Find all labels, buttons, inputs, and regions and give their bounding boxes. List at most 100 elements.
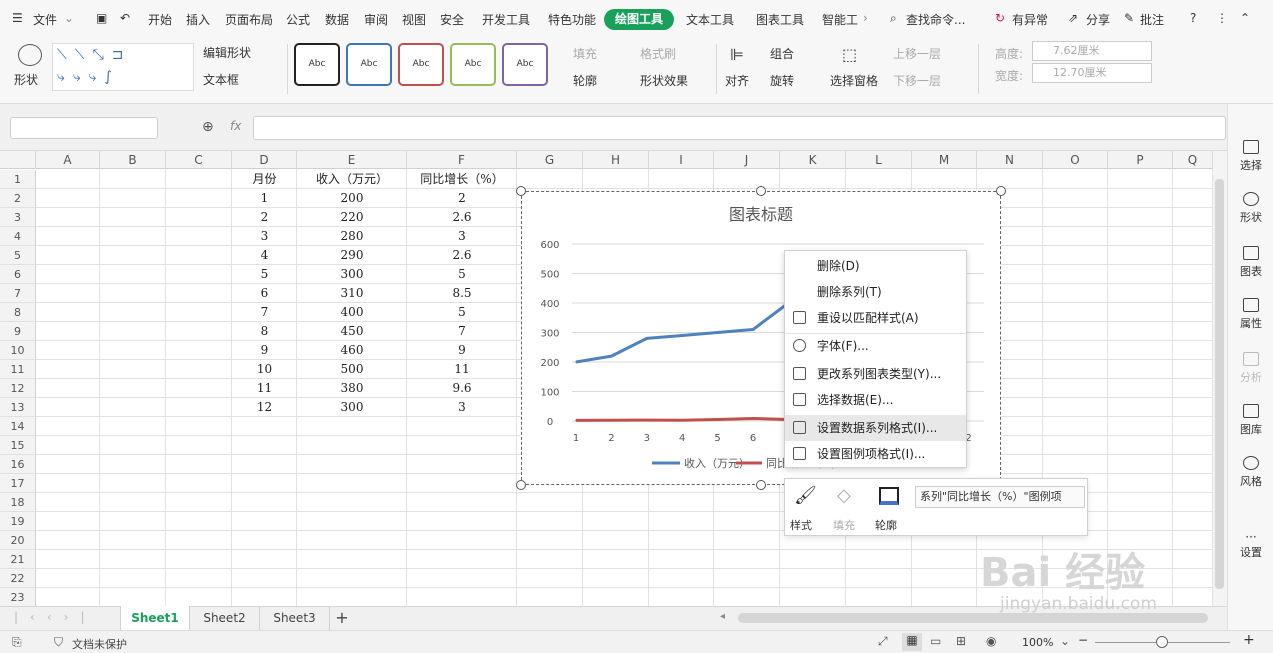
- table-cell[interactable]: 380: [297, 379, 407, 398]
- textbox-button[interactable]: 文本框: [203, 71, 239, 88]
- panel-style[interactable]: 风格: [1228, 456, 1273, 489]
- more-icon[interactable]: ⋮: [1216, 11, 1228, 25]
- shape-style-2[interactable]: Abc: [346, 43, 392, 86]
- select-all-corner[interactable]: [0, 151, 36, 169]
- panel-settings[interactable]: ··· 设置: [1228, 530, 1273, 560]
- page-layout-icon[interactable]: ▭: [930, 634, 941, 648]
- table-cell[interactable]: 11: [232, 379, 297, 398]
- tab-insert[interactable]: 插入: [186, 11, 210, 28]
- column-header[interactable]: I: [649, 151, 714, 169]
- table-cell[interactable]: 7: [232, 303, 297, 322]
- row-header[interactable]: 2: [0, 189, 36, 208]
- unsaved-status[interactable]: 有异常: [1012, 11, 1048, 28]
- menu-item-format-series[interactable]: 设置数据系列格式(I)...: [785, 415, 966, 441]
- column-header[interactable]: L: [846, 151, 912, 169]
- column-header[interactable]: F: [407, 151, 517, 169]
- comment-icon[interactable]: ✎: [1124, 11, 1134, 25]
- comment-button[interactable]: 批注: [1140, 11, 1164, 28]
- table-cell[interactable]: 400: [297, 303, 407, 322]
- tab-review[interactable]: 审阅: [364, 11, 388, 28]
- table-header-cell[interactable]: 月份: [232, 170, 297, 189]
- mini-style-button[interactable]: 样式: [790, 517, 812, 533]
- table-cell[interactable]: 3: [407, 227, 517, 246]
- line-gallery[interactable]: ⟍⟍⤡⊐ ⤷⤷⤷∫: [52, 43, 194, 91]
- column-header[interactable]: J: [714, 151, 780, 169]
- table-cell[interactable]: 12: [232, 398, 297, 417]
- chevron-down-icon[interactable]: ⌄: [64, 11, 74, 25]
- table-cell[interactable]: 1: [232, 189, 297, 208]
- resize-handle[interactable]: [516, 186, 526, 196]
- search-icon[interactable]: ⌕: [890, 11, 897, 26]
- table-cell[interactable]: 290: [297, 246, 407, 265]
- sheet-nav-icons[interactable]: |‹‹›|: [14, 610, 96, 624]
- share-icon[interactable]: ⇗: [1068, 11, 1078, 25]
- help-icon[interactable]: ?: [1190, 11, 1196, 25]
- element-selector[interactable]: 系列"同比增长（%）"图例项: [915, 486, 1085, 508]
- fill-button[interactable]: 填充: [573, 45, 597, 62]
- shape-style-1[interactable]: Abc: [294, 43, 340, 86]
- menu-item-font[interactable]: 字体(F)...: [785, 333, 966, 359]
- table-cell[interactable]: 9: [407, 341, 517, 360]
- eye-protection-icon[interactable]: ◉: [986, 634, 996, 648]
- table-cell[interactable]: 11: [407, 360, 517, 379]
- name-box[interactable]: [10, 117, 158, 139]
- tab-home[interactable]: 开始: [148, 11, 172, 28]
- table-cell[interactable]: 8: [232, 322, 297, 341]
- sync-icon[interactable]: ↻: [995, 11, 1005, 25]
- table-cell[interactable]: 300: [297, 398, 407, 417]
- sheet-tab-3[interactable]: Sheet3: [260, 606, 330, 630]
- fullscreen-icon[interactable]: ⤢: [878, 634, 888, 649]
- table-cell[interactable]: 450: [297, 322, 407, 341]
- normal-view-icon[interactable]: ▦: [902, 633, 922, 651]
- column-header[interactable]: H: [583, 151, 649, 169]
- table-cell[interactable]: 4: [232, 246, 297, 265]
- tab-page-layout[interactable]: 页面布局: [225, 11, 273, 28]
- row-header[interactable]: 18: [0, 493, 36, 512]
- bring-forward-button[interactable]: 上移一层: [893, 45, 941, 62]
- panel-select[interactable]: 选择: [1228, 140, 1273, 173]
- protect-status[interactable]: 文档未保护: [72, 636, 127, 652]
- panel-properties[interactable]: 属性: [1228, 298, 1273, 331]
- rotate-button[interactable]: 旋转: [770, 72, 794, 89]
- row-header[interactable]: 23: [0, 588, 36, 606]
- panel-shape[interactable]: 形状: [1228, 192, 1273, 225]
- table-cell[interactable]: 2: [232, 208, 297, 227]
- shape-style-5[interactable]: Abc: [502, 43, 548, 86]
- resize-handle[interactable]: [996, 186, 1006, 196]
- save-icon[interactable]: ▣: [96, 11, 107, 25]
- edit-shape-button[interactable]: 编辑形状: [203, 44, 251, 61]
- table-header-cell[interactable]: 同比增长（%）: [407, 170, 517, 189]
- tab-security[interactable]: 安全: [440, 11, 464, 28]
- align-button[interactable]: 对齐: [725, 72, 749, 89]
- menu-item-delete-series[interactable]: 删除系列(T): [785, 279, 966, 305]
- column-header[interactable]: E: [297, 151, 407, 169]
- table-cell[interactable]: 220: [297, 208, 407, 227]
- row-header[interactable]: 3: [0, 208, 36, 227]
- table-cell[interactable]: 7: [407, 322, 517, 341]
- shape-style-3[interactable]: Abc: [398, 43, 444, 86]
- hamburger-icon[interactable]: ☰: [12, 11, 23, 25]
- table-cell[interactable]: 8.5: [407, 284, 517, 303]
- row-header[interactable]: 15: [0, 436, 36, 455]
- row-header[interactable]: 14: [0, 417, 36, 436]
- column-header[interactable]: D: [232, 151, 297, 169]
- row-header[interactable]: 10: [0, 341, 36, 360]
- zoom-level[interactable]: 100%: [1022, 636, 1053, 649]
- menu-item-select-data[interactable]: 选择数据(E)...: [785, 387, 966, 413]
- menu-item-change-chart-type[interactable]: 更改系列图表类型(Y)...: [785, 361, 966, 387]
- selection-pane-icon[interactable]: ⬚: [842, 45, 857, 64]
- height-input[interactable]: 7.62厘米: [1032, 41, 1152, 61]
- outline-icon[interactable]: [879, 487, 899, 505]
- outline-button[interactable]: 轮廓: [573, 72, 597, 89]
- row-header[interactable]: 12: [0, 379, 36, 398]
- format-painter-button[interactable]: 格式刷: [640, 45, 676, 62]
- table-cell[interactable]: 200: [297, 189, 407, 208]
- menu-item-delete[interactable]: 删除(D): [785, 253, 966, 279]
- fx-label[interactable]: fx: [230, 119, 241, 133]
- vertical-scroll-thumb[interactable]: [1215, 179, 1224, 589]
- formula-input[interactable]: [253, 116, 1226, 140]
- group-button[interactable]: 组合: [770, 45, 794, 62]
- shape-icon[interactable]: [18, 44, 42, 66]
- collapse-ribbon-icon[interactable]: ⌃: [1240, 11, 1250, 25]
- row-header[interactable]: 6: [0, 265, 36, 284]
